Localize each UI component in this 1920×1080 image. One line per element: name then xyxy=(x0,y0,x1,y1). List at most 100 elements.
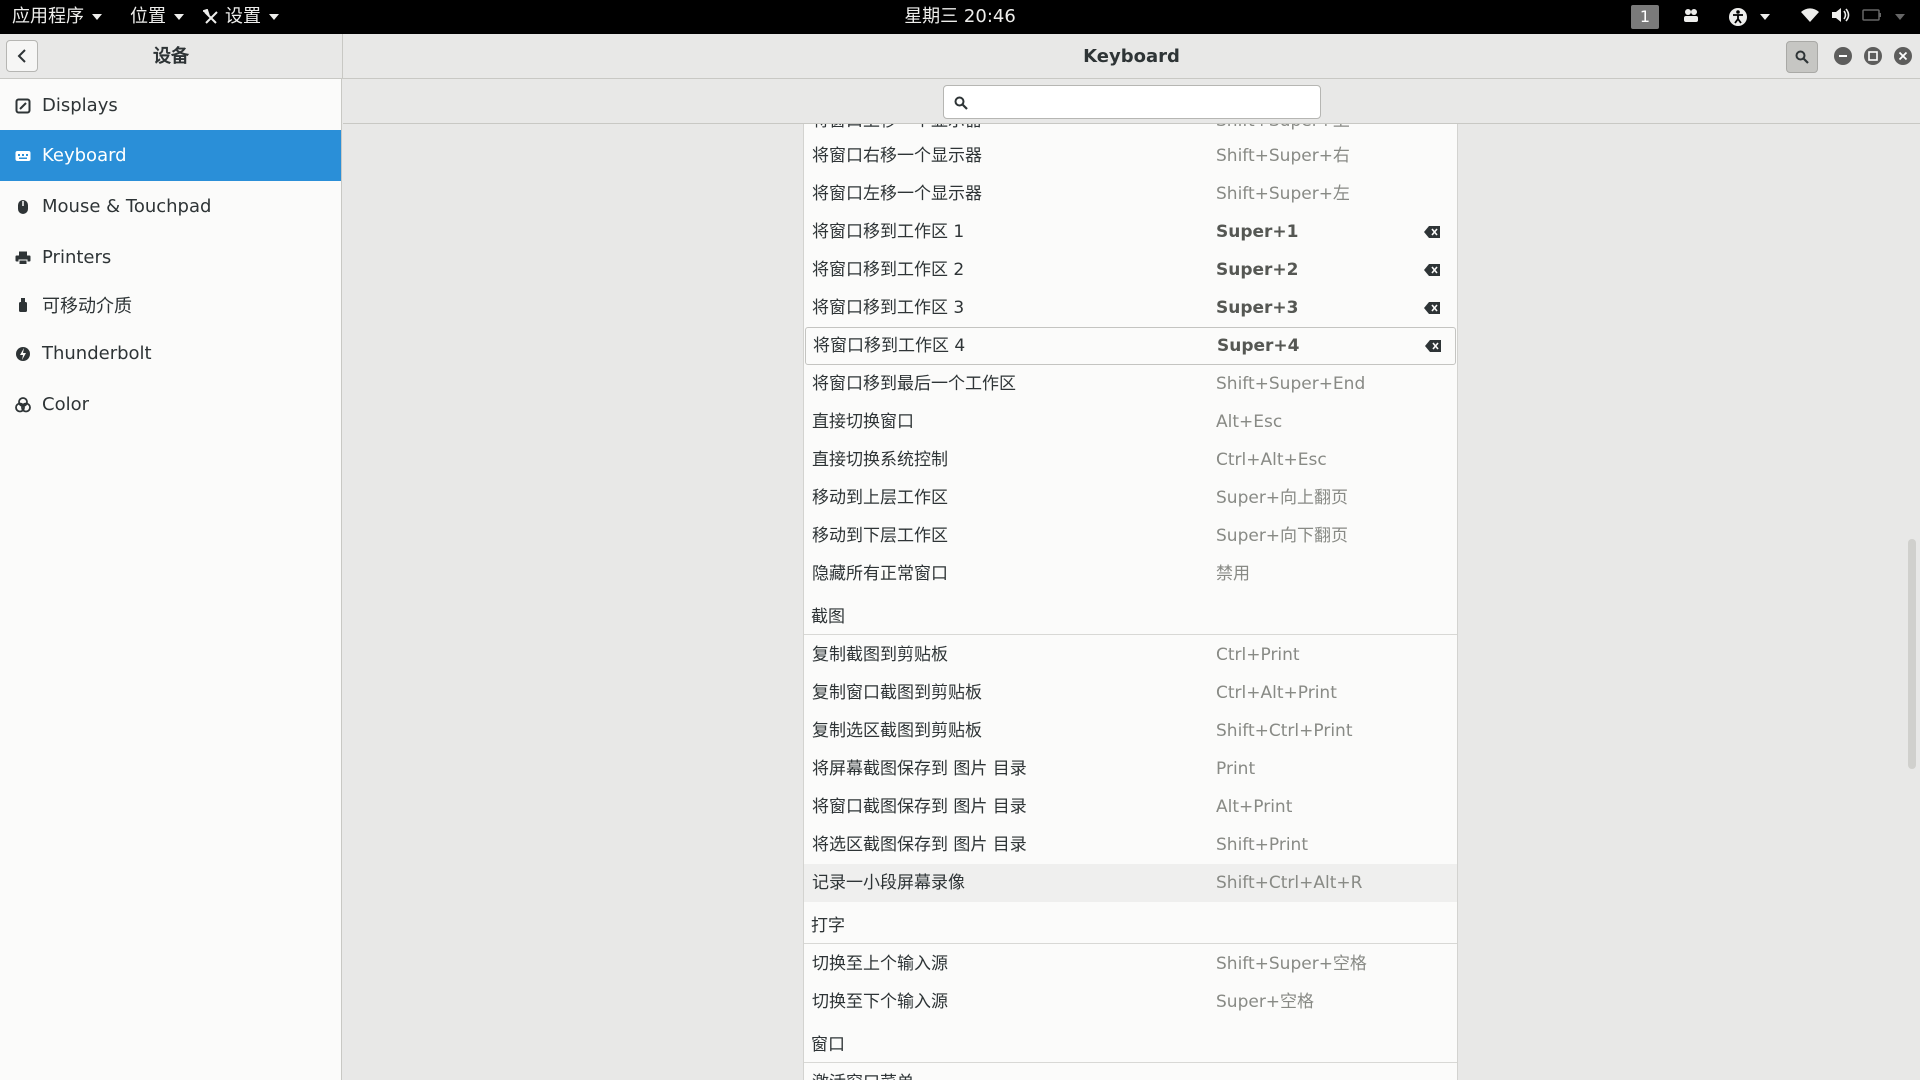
shortcut-list: 将窗口上移一个显示器 Shift+Super+上 将窗口右移一个显示器 Shif… xyxy=(803,124,1458,1080)
sidebar-item-printers[interactable]: Printers xyxy=(0,232,341,283)
search-input[interactable] xyxy=(976,90,1306,114)
shortcut-key: Super+4 xyxy=(1217,336,1300,356)
sidebar-item-mouse-touchpad[interactable]: Mouse & Touchpad xyxy=(0,181,341,232)
page-title: Keyboard xyxy=(1083,46,1180,67)
shortcut-row[interactable]: 隐藏所有正常窗口 禁用 xyxy=(804,555,1457,593)
shortcut-key: Shift+Super+左 xyxy=(1216,184,1350,204)
places-menu[interactable]: 位置 xyxy=(130,0,184,34)
scrollbar-thumb[interactable] xyxy=(1908,539,1916,769)
search-icon xyxy=(1795,50,1809,64)
applications-menu[interactable]: 应用程序 xyxy=(12,0,102,34)
keyboard-icon xyxy=(13,150,33,162)
shortcut-row[interactable]: 将窗口移到工作区 1 Super+1 xyxy=(804,213,1457,251)
top-bar: 应用程序 位置 设置 星期三 20:46 1 xyxy=(0,0,1920,34)
search-toggle-button[interactable] xyxy=(1786,41,1818,73)
color-icon xyxy=(13,396,33,413)
shortcut-row[interactable]: 将窗口移到工作区 2 Super+2 xyxy=(804,251,1457,289)
search-icon xyxy=(954,96,968,110)
back-button[interactable] xyxy=(6,40,38,72)
shortcut-key: Ctrl+Print xyxy=(1216,645,1300,665)
shortcut-key: Ctrl+Alt+Print xyxy=(1216,683,1337,703)
search-bar xyxy=(343,79,1920,124)
close-button[interactable] xyxy=(1894,47,1912,65)
battery-icon[interactable] xyxy=(1861,7,1883,27)
shortcut-row[interactable]: 切换至上个输入源 Shift+Super+空格 xyxy=(804,945,1457,983)
volume-icon[interactable] xyxy=(1830,7,1852,27)
shortcut-name: 将窗口左移一个显示器 xyxy=(812,184,982,204)
shortcut-row[interactable]: 将屏幕截图保存到 图片 目录 Print xyxy=(804,750,1457,788)
minimize-button[interactable] xyxy=(1834,47,1852,65)
sidebar: Displays Keyboard Mouse & Touchpad Print… xyxy=(0,79,342,1080)
sidebar-item-label: Mouse & Touchpad xyxy=(42,196,212,217)
section-title: 打字 xyxy=(811,916,845,936)
shortcut-name: 移动到下层工作区 xyxy=(812,526,948,546)
shortcut-name: 将窗口移到工作区 1 xyxy=(812,222,965,242)
backspace-clear-icon[interactable] xyxy=(1424,226,1440,238)
display-icon xyxy=(13,98,33,114)
settings-menu[interactable]: 设置 xyxy=(203,0,279,34)
shortcut-name: 切换至上个输入源 xyxy=(812,954,948,974)
maximize-button[interactable] xyxy=(1864,47,1882,65)
sidebar-item-label: Thunderbolt xyxy=(42,343,152,364)
shortcut-row[interactable]: 移动到下层工作区 Super+向下翻页 xyxy=(804,517,1457,555)
search-entry[interactable] xyxy=(943,85,1321,119)
shortcut-key: Shift+Super+空格 xyxy=(1216,954,1367,974)
shortcut-key: Ctrl+Alt+Esc xyxy=(1216,450,1327,470)
chevron-down-icon xyxy=(174,14,184,20)
mouse-icon xyxy=(13,199,33,215)
section-header-screenshots: 截图 xyxy=(804,599,1457,635)
sidebar-item-displays[interactable]: Displays xyxy=(0,80,341,131)
backspace-clear-icon[interactable] xyxy=(1424,302,1440,314)
shortcut-row[interactable]: 移动到上层工作区 Super+向上翻页 xyxy=(804,479,1457,517)
shortcut-row[interactable]: 将窗口移到最后一个工作区 Shift+Super+End xyxy=(804,365,1457,403)
sidebar-item-color[interactable]: Color xyxy=(0,379,341,430)
shortcut-key: Super+向下翻页 xyxy=(1216,526,1349,546)
shortcut-key: Super+向上翻页 xyxy=(1216,488,1349,508)
shortcut-row[interactable]: 复制窗口截图到剪贴板 Ctrl+Alt+Print xyxy=(804,674,1457,712)
sidebar-item-label: 可移动介质 xyxy=(42,295,132,317)
sidebar-item-removable-media[interactable]: 可移动介质 xyxy=(0,279,341,330)
workspace-indicator[interactable]: 1 xyxy=(1631,5,1659,29)
section-header-typing: 打字 xyxy=(804,908,1457,944)
backspace-clear-icon[interactable] xyxy=(1424,264,1440,276)
shortcut-name: 复制选区截图到剪贴板 xyxy=(812,721,982,741)
shortcut-name: 移动到上层工作区 xyxy=(812,488,948,508)
accessibility-icon[interactable] xyxy=(1727,7,1749,27)
wifi-icon[interactable] xyxy=(1799,7,1821,27)
shortcut-row[interactable]: 将窗口右移一个显示器 Shift+Super+右 xyxy=(804,137,1457,175)
shortcut-row[interactable]: 激活窗口菜单 xyxy=(804,1064,1457,1080)
shortcut-row[interactable]: 复制截图到剪贴板 Ctrl+Print xyxy=(804,636,1457,674)
shortcut-name: 将窗口移到最后一个工作区 xyxy=(812,374,1016,394)
printer-icon xyxy=(13,251,33,265)
shortcut-row[interactable]: 将窗口左移一个显示器 Shift+Super+左 xyxy=(804,175,1457,213)
sidebar-item-keyboard[interactable]: Keyboard xyxy=(0,130,341,181)
backspace-clear-icon[interactable] xyxy=(1425,340,1441,352)
section-title: 截图 xyxy=(811,607,845,627)
header-bar: 设备 Keyboard xyxy=(0,34,1920,79)
chevron-down-icon xyxy=(92,14,102,20)
shortcut-key: Shift+Super+End xyxy=(1216,374,1366,394)
shortcut-row[interactable]: 直接切换系统控制 Ctrl+Alt+Esc xyxy=(804,441,1457,479)
shortcut-name: 直接切换窗口 xyxy=(812,412,914,432)
shortcut-key: Super+1 xyxy=(1216,222,1299,242)
sidebar-item-label: Printers xyxy=(42,247,112,268)
shortcut-row[interactable]: 将窗口截图保存到 图片 目录 Alt+Print xyxy=(804,788,1457,826)
shortcut-name: 记录一小段屏幕录像 xyxy=(812,873,965,893)
people-icon[interactable] xyxy=(1680,7,1702,27)
shortcut-row[interactable]: 复制选区截图到剪贴板 Shift+Ctrl+Print xyxy=(804,712,1457,750)
chevron-down-icon[interactable] xyxy=(1895,14,1905,20)
sidebar-item-label: Keyboard xyxy=(42,145,127,166)
main-panel: 将窗口上移一个显示器 Shift+Super+上 将窗口右移一个显示器 Shif… xyxy=(343,79,1920,1080)
shortcut-row[interactable]: 直接切换窗口 Alt+Esc xyxy=(804,403,1457,441)
applications-menu-label: 应用程序 xyxy=(12,6,84,27)
shortcut-row[interactable]: 切换至下个输入源 Super+空格 xyxy=(804,983,1457,1021)
chevron-down-icon[interactable] xyxy=(1760,14,1770,20)
shortcut-row[interactable]: 将窗口移到工作区 3 Super+3 xyxy=(804,289,1457,327)
shortcut-row[interactable]: 将窗口移到工作区 4 Super+4 xyxy=(805,327,1456,365)
shortcut-row[interactable]: 记录一小段屏幕录像 Shift+Ctrl+Alt+R xyxy=(804,864,1457,902)
sidebar-item-thunderbolt[interactable]: Thunderbolt xyxy=(0,328,341,379)
maximize-icon xyxy=(1868,51,1878,61)
sidebar-title: 设备 xyxy=(153,46,189,67)
shortcut-row[interactable]: 将选区截图保存到 图片 目录 Shift+Print xyxy=(804,826,1457,864)
shortcut-key: Print xyxy=(1216,759,1256,779)
